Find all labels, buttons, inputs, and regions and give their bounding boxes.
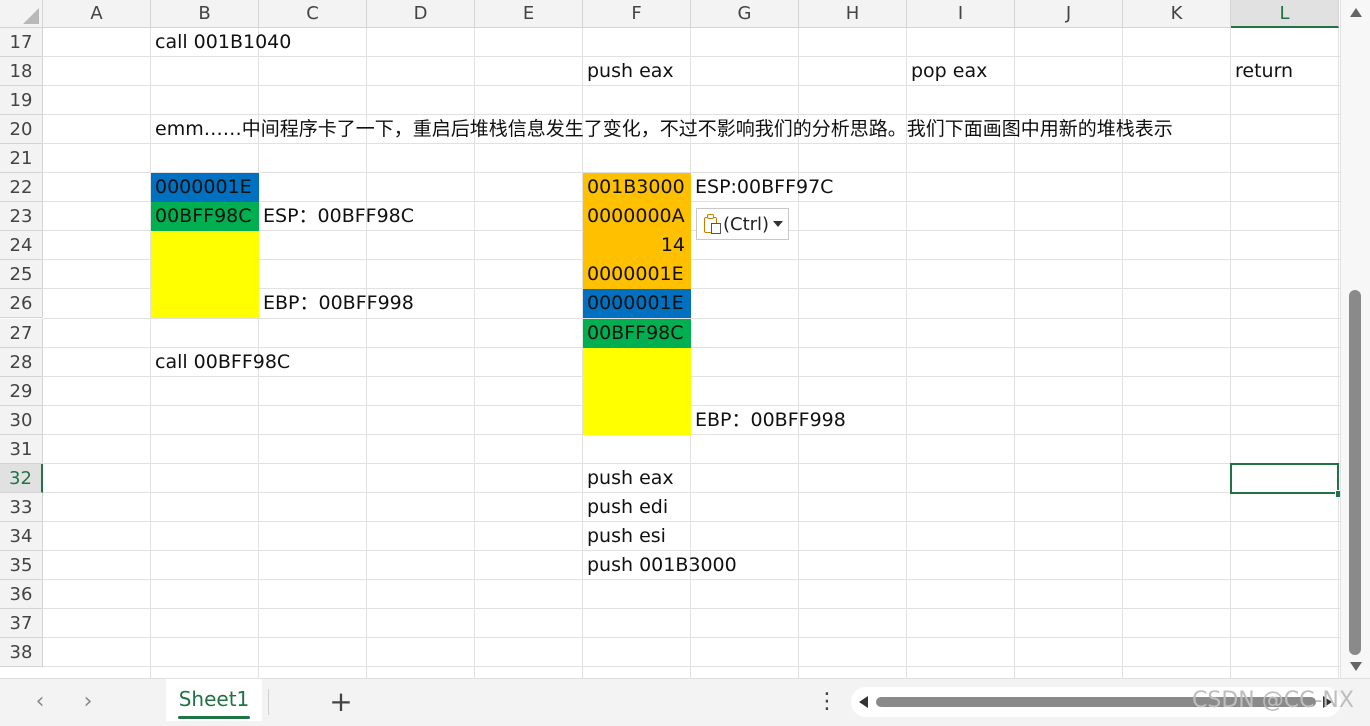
row-header-23[interactable]: 23 — [0, 202, 43, 232]
spreadsheet-grid[interactable]: ABCDEFGHIJKL 17 18 19 20 21 22 23 24 25 26 27 28 29 3… — [0, 0, 1340, 678]
row-gridline — [43, 491, 1340, 493]
cell-b17[interactable]: call 001B1040 — [155, 28, 291, 57]
column-gridline — [1230, 28, 1231, 678]
sheet-tab-label: Sheet1 — [178, 687, 250, 711]
row-header-38[interactable]: 38 — [0, 638, 43, 668]
column-header-k[interactable]: K — [1123, 0, 1231, 28]
watermark: CSDN @CC-NX — [1192, 688, 1354, 713]
cell-b22[interactable]: 0000001E — [155, 173, 252, 202]
cell-fill-b24 — [151, 231, 259, 319]
cell-g22[interactable]: ESP:00BFF97C — [695, 173, 833, 202]
row-gridline — [43, 520, 1340, 522]
column-header-i[interactable]: I — [907, 0, 1015, 28]
row-gridline — [43, 637, 1340, 639]
column-header-l[interactable]: L — [1231, 0, 1339, 28]
row-header-34[interactable]: 34 — [0, 521, 43, 551]
column-header-f[interactable]: F — [583, 0, 691, 28]
column-header-j[interactable]: J — [1015, 0, 1123, 28]
row-header-22[interactable]: 22 — [0, 173, 43, 203]
sheet-tab-bar: ‹ › Sheet1 + ⋮ — [0, 678, 1370, 726]
row-header-26[interactable]: 26 — [0, 289, 43, 319]
sheet-tab-sheet1[interactable]: Sheet1 — [166, 679, 262, 721]
select-all-corner[interactable] — [0, 0, 43, 28]
row-header-29[interactable]: 29 — [0, 376, 43, 406]
cell-b28[interactable]: call 00BFF98C — [155, 348, 290, 377]
cell-g30[interactable]: EBP：00BFF998 — [695, 406, 846, 435]
active-tab-indicator — [178, 716, 250, 719]
cell-f23[interactable]: 0000000A — [587, 202, 685, 231]
vertical-scrollbar[interactable] — [1340, 0, 1370, 678]
row-header-19[interactable]: 19 — [0, 86, 43, 116]
cell-b23[interactable]: 00BFF98C — [155, 202, 252, 231]
scroll-down-icon[interactable] — [1350, 662, 1362, 671]
cell-f32[interactable]: push eax — [587, 464, 674, 493]
cell-f25[interactable]: 0000001E — [587, 260, 684, 289]
column-header-c[interactable]: C — [259, 0, 367, 28]
row-header-36[interactable]: 36 — [0, 579, 43, 609]
more-options-icon[interactable]: ⋮ — [816, 687, 838, 717]
cell-f26[interactable]: 0000001E — [587, 289, 684, 318]
active-cell-border[interactable] — [1230, 462, 1339, 494]
column-gridline — [150, 28, 151, 678]
row-header-33[interactable]: 33 — [0, 492, 43, 522]
paste-options-button[interactable]: (Ctrl) — [696, 208, 789, 240]
cell-c23[interactable]: ESP：00BFF98C — [263, 202, 414, 231]
cell-i18[interactable]: pop eax — [911, 57, 987, 86]
cell-f33[interactable]: push edi — [587, 493, 668, 522]
cell-c26[interactable]: EBP：00BFF998 — [263, 289, 414, 318]
row-gridline — [43, 608, 1340, 609]
row-gridline — [43, 666, 1340, 668]
row-header-20[interactable]: 20 — [0, 115, 43, 145]
cell-f24[interactable]: 14 — [583, 231, 685, 260]
row-header-28[interactable]: 28 — [0, 347, 43, 377]
prev-sheet-icon[interactable]: ‹ — [30, 691, 50, 713]
row-header-35[interactable]: 35 — [0, 550, 43, 580]
select-all-triangle-icon — [23, 8, 39, 24]
cell-f22[interactable]: 001B3000 — [587, 173, 685, 202]
clipboard-icon — [703, 214, 721, 234]
vertical-scroll-thumb[interactable] — [1349, 290, 1361, 655]
cell-f18[interactable]: push eax — [587, 57, 674, 86]
column-gridline — [1338, 28, 1339, 678]
chevron-down-icon — [773, 221, 784, 227]
row-gridline — [43, 85, 1340, 87]
cell-f35[interactable]: push 001B3000 — [587, 551, 737, 580]
row-header-25[interactable]: 25 — [0, 260, 43, 290]
cell-f27[interactable]: 00BFF98C — [587, 319, 684, 348]
row-header-18[interactable]: 18 — [0, 57, 43, 87]
tab-divider — [268, 689, 269, 715]
row-gridline — [43, 462, 1340, 464]
row-header-37[interactable]: 37 — [0, 609, 43, 638]
cell-f34[interactable]: push esi — [587, 522, 666, 551]
paste-options-label: (Ctrl) — [723, 213, 770, 235]
cell-fill-f28 — [583, 347, 691, 435]
cell-l18[interactable]: return — [1235, 57, 1293, 86]
next-sheet-icon[interactable]: › — [78, 691, 98, 713]
row-gridline — [43, 433, 1340, 435]
column-header-h[interactable]: H — [799, 0, 907, 28]
row-header-32[interactable]: 32 — [0, 463, 43, 493]
scroll-up-icon[interactable] — [1350, 8, 1362, 17]
row-header-27[interactable]: 27 — [0, 318, 43, 348]
column-header-d[interactable]: D — [367, 0, 475, 28]
column-header-e[interactable]: E — [475, 0, 583, 28]
column-header-a[interactable]: A — [43, 0, 151, 28]
row-header-21[interactable]: 21 — [0, 144, 43, 174]
add-sheet-button[interactable]: + — [326, 687, 356, 717]
row-header-24[interactable]: 24 — [0, 231, 43, 261]
row-header-31[interactable]: 31 — [0, 434, 43, 464]
column-header-g[interactable]: G — [691, 0, 799, 28]
row-header-17[interactable]: 17 — [0, 28, 43, 57]
column-header-b[interactable]: B — [151, 0, 259, 28]
cell-b20[interactable]: emm……中间程序卡了一下，重启后堆栈信息发生了变化，不过不影响我们的分析思路。… — [155, 115, 1173, 144]
row-header-30[interactable]: 30 — [0, 405, 43, 435]
scroll-left-icon[interactable] — [859, 696, 868, 708]
row-gridline — [43, 404, 1340, 406]
